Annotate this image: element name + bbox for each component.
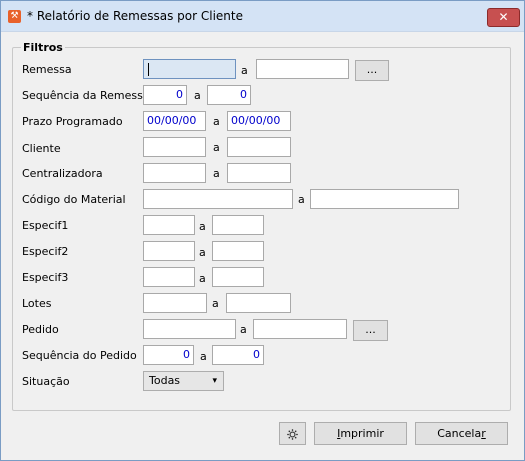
lotes-label: Lotes	[22, 297, 52, 310]
settings-button[interactable]	[279, 422, 306, 445]
remessa-label: Remessa	[22, 63, 72, 76]
pedido-range-separator: a	[240, 323, 247, 336]
app-logo-icon: ⚒	[8, 10, 21, 23]
pedido-label: Pedido	[22, 323, 59, 336]
codigo-material-from-input[interactable]	[143, 189, 293, 209]
cancelar-accesskey: r	[481, 427, 486, 440]
centralizadora-from-input[interactable]	[143, 163, 206, 183]
close-button[interactable]: ✕	[487, 8, 520, 27]
especif1-label: Especif1	[22, 219, 69, 232]
centralizadora-to-input[interactable]	[227, 163, 291, 183]
remessa-to-input[interactable]	[256, 59, 349, 79]
especif1-to-input[interactable]	[212, 215, 264, 235]
sequencia-remessa-range-separator: a	[194, 89, 201, 102]
centralizadora-label: Centralizadora	[22, 167, 103, 180]
filters-group-title: Filtros	[21, 41, 65, 54]
remessa-browse-button[interactable]: ...	[355, 60, 389, 81]
remessa-from-input[interactable]	[143, 59, 236, 79]
sequencia-pedido-label: Sequência do Pedido	[22, 349, 137, 362]
especif1-from-input[interactable]	[143, 215, 195, 235]
pedido-from-input[interactable]	[143, 319, 236, 339]
imprimir-button[interactable]: Imprimir	[314, 422, 407, 445]
lotes-from-input[interactable]	[143, 293, 207, 313]
sequencia-remessa-to-input[interactable]: 0	[207, 85, 251, 105]
sequencia-pedido-range-separator: a	[200, 350, 207, 363]
codigo-material-to-input[interactable]	[310, 189, 459, 209]
chevron-down-icon: ▾	[212, 376, 217, 386]
cancelar-label: Cancela	[437, 427, 482, 440]
situacao-select[interactable]: Todas ▾	[143, 371, 224, 391]
cancelar-button[interactable]: Cancelar	[415, 422, 508, 445]
especif2-from-input[interactable]	[143, 241, 195, 261]
prazo-programado-from-input[interactable]: 00/00/00	[143, 111, 206, 131]
pedido-to-input[interactable]	[253, 319, 347, 339]
sequencia-pedido-to-input[interactable]: 0	[212, 345, 264, 365]
situacao-label: Situação	[22, 375, 70, 388]
remessa-range-separator: a	[241, 64, 248, 77]
especif2-range-separator: a	[199, 246, 206, 259]
sequencia-remessa-from-input[interactable]: 0	[143, 85, 187, 105]
gear-icon	[287, 429, 298, 440]
especif3-range-separator: a	[199, 272, 206, 285]
lotes-range-separator: a	[212, 297, 219, 310]
cliente-from-input[interactable]	[143, 137, 206, 157]
text-caret	[148, 63, 149, 76]
codigo-material-range-separator: a	[298, 193, 305, 206]
cliente-range-separator: a	[213, 141, 220, 154]
sequencia-pedido-from-input[interactable]: 0	[143, 345, 194, 365]
especif2-to-input[interactable]	[212, 241, 264, 261]
prazo-programado-range-separator: a	[213, 115, 220, 128]
prazo-programado-to-input[interactable]: 00/00/00	[227, 111, 291, 131]
especif3-label: Especif3	[22, 271, 69, 284]
cliente-to-input[interactable]	[227, 137, 291, 157]
situacao-selected-value: Todas	[149, 374, 181, 387]
title-bar[interactable]: ⚒ * Relatório de Remessas por Cliente ✕	[1, 1, 524, 32]
especif2-label: Especif2	[22, 245, 69, 258]
codigo-material-label: Código do Material	[22, 193, 126, 206]
sequencia-remessa-label: Sequência da Remessa	[22, 89, 150, 102]
lotes-to-input[interactable]	[226, 293, 291, 313]
especif3-to-input[interactable]	[212, 267, 264, 287]
imprimir-label: mprimir	[340, 427, 384, 440]
pedido-browse-button[interactable]: ...	[353, 320, 388, 341]
especif1-range-separator: a	[199, 220, 206, 233]
cliente-label: Cliente	[22, 142, 61, 155]
prazo-programado-label: Prazo Programado	[22, 115, 123, 128]
centralizadora-range-separator: a	[213, 167, 220, 180]
window-title: * Relatório de Remessas por Cliente	[27, 9, 243, 23]
especif3-from-input[interactable]	[143, 267, 195, 287]
